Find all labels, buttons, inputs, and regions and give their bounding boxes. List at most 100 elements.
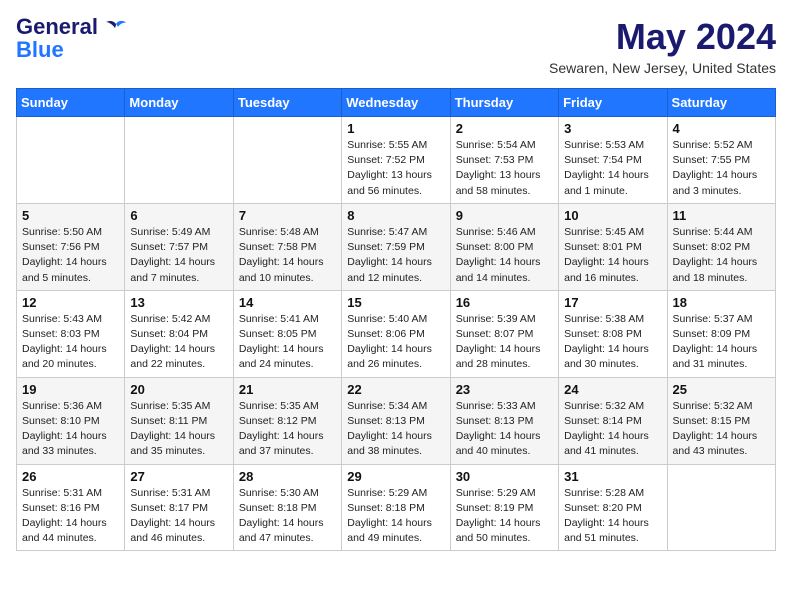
day-number: 28 — [239, 469, 336, 484]
day-info: Sunrise: 5:30 AM Sunset: 8:18 PM Dayligh… — [239, 486, 336, 547]
day-cell-21: 21 Sunrise: 5:35 AM Sunset: 8:12 PM Dayli… — [233, 377, 341, 464]
day-number: 10 — [564, 208, 661, 223]
day-number: 15 — [347, 295, 444, 310]
weekday-header-tuesday: Tuesday — [233, 89, 341, 117]
day-number: 27 — [130, 469, 227, 484]
day-cell-13: 13 Sunrise: 5:42 AM Sunset: 8:04 PM Dayli… — [125, 290, 233, 377]
day-info: Sunrise: 5:48 AM Sunset: 7:58 PM Dayligh… — [239, 225, 336, 286]
day-cell-15: 15 Sunrise: 5:40 AM Sunset: 8:06 PM Dayli… — [342, 290, 450, 377]
logo-blue: Blue — [16, 38, 64, 62]
day-info: Sunrise: 5:34 AM Sunset: 8:13 PM Dayligh… — [347, 399, 444, 460]
day-number: 17 — [564, 295, 661, 310]
logo-general: General — [16, 14, 98, 39]
logo-bird-icon — [106, 20, 126, 36]
day-cell-28: 28 Sunrise: 5:30 AM Sunset: 8:18 PM Dayli… — [233, 464, 341, 551]
day-number: 23 — [456, 382, 553, 397]
day-info: Sunrise: 5:50 AM Sunset: 7:56 PM Dayligh… — [22, 225, 119, 286]
page-header: General Blue May 2024 Sewaren, New Jerse… — [16, 16, 776, 76]
day-number: 6 — [130, 208, 227, 223]
day-number: 7 — [239, 208, 336, 223]
day-info: Sunrise: 5:35 AM Sunset: 8:12 PM Dayligh… — [239, 399, 336, 460]
day-cell-3: 3Sunrise: 5:53 AM Sunset: 7:54 PM Daylig… — [559, 117, 667, 204]
day-info: Sunrise: 5:33 AM Sunset: 8:13 PM Dayligh… — [456, 399, 553, 460]
day-info: Sunrise: 5:52 AM Sunset: 7:55 PM Dayligh… — [673, 138, 770, 199]
day-cell-5: 5Sunrise: 5:50 AM Sunset: 7:56 PM Daylig… — [17, 203, 125, 290]
day-info: Sunrise: 5:47 AM Sunset: 7:59 PM Dayligh… — [347, 225, 444, 286]
week-row-0: 1Sunrise: 5:55 AM Sunset: 7:52 PM Daylig… — [17, 117, 776, 204]
empty-cell — [233, 117, 341, 204]
week-row-2: 12 Sunrise: 5:43 AM Sunset: 8:03 PM Dayli… — [17, 290, 776, 377]
day-number: 4 — [673, 121, 770, 136]
day-number: 12 — [22, 295, 119, 310]
day-cell-26: 26 Sunrise: 5:31 AM Sunset: 8:16 PM Dayli… — [17, 464, 125, 551]
day-info: Sunrise: 5:45 AM Sunset: 8:01 PM Dayligh… — [564, 225, 661, 286]
day-number: 14 — [239, 295, 336, 310]
day-cell-4: 4 Sunrise: 5:52 AM Sunset: 7:55 PM Daylig… — [667, 117, 775, 204]
title-block: May 2024 Sewaren, New Jersey, United Sta… — [549, 16, 776, 76]
day-number: 29 — [347, 469, 444, 484]
logo: General Blue — [16, 16, 126, 62]
day-info: Sunrise: 5:29 AM Sunset: 8:19 PM Dayligh… — [456, 486, 553, 547]
location-text: Sewaren, New Jersey, United States — [549, 60, 776, 76]
day-info: Sunrise: 5:40 AM Sunset: 8:06 PM Dayligh… — [347, 312, 444, 373]
day-info: Sunrise: 5:46 AM Sunset: 8:00 PM Dayligh… — [456, 225, 553, 286]
day-info: Sunrise: 5:38 AM Sunset: 8:08 PM Dayligh… — [564, 312, 661, 373]
day-number: 8 — [347, 208, 444, 223]
month-title: May 2024 — [549, 16, 776, 58]
day-number: 13 — [130, 295, 227, 310]
day-number: 9 — [456, 208, 553, 223]
day-info: Sunrise: 5:43 AM Sunset: 8:03 PM Dayligh… — [22, 312, 119, 373]
day-cell-11: 11Sunrise: 5:44 AM Sunset: 8:02 PM Dayli… — [667, 203, 775, 290]
weekday-header-row: SundayMondayTuesdayWednesdayThursdayFrid… — [17, 89, 776, 117]
day-info: Sunrise: 5:29 AM Sunset: 8:18 PM Dayligh… — [347, 486, 444, 547]
day-cell-22: 22 Sunrise: 5:34 AM Sunset: 8:13 PM Dayli… — [342, 377, 450, 464]
day-cell-1: 1Sunrise: 5:55 AM Sunset: 7:52 PM Daylig… — [342, 117, 450, 204]
day-cell-7: 7 Sunrise: 5:48 AM Sunset: 7:58 PM Daylig… — [233, 203, 341, 290]
day-number: 24 — [564, 382, 661, 397]
day-info: Sunrise: 5:54 AM Sunset: 7:53 PM Dayligh… — [456, 138, 553, 199]
day-info: Sunrise: 5:32 AM Sunset: 8:14 PM Dayligh… — [564, 399, 661, 460]
day-info: Sunrise: 5:42 AM Sunset: 8:04 PM Dayligh… — [130, 312, 227, 373]
day-cell-29: 29 Sunrise: 5:29 AM Sunset: 8:18 PM Dayli… — [342, 464, 450, 551]
weekday-header-thursday: Thursday — [450, 89, 558, 117]
day-number: 11 — [673, 208, 770, 223]
day-cell-6: 6 Sunrise: 5:49 AM Sunset: 7:57 PM Daylig… — [125, 203, 233, 290]
day-number: 26 — [22, 469, 119, 484]
day-info: Sunrise: 5:49 AM Sunset: 7:57 PM Dayligh… — [130, 225, 227, 286]
day-number: 31 — [564, 469, 661, 484]
day-cell-12: 12 Sunrise: 5:43 AM Sunset: 8:03 PM Dayli… — [17, 290, 125, 377]
day-cell-14: 14 Sunrise: 5:41 AM Sunset: 8:05 PM Dayli… — [233, 290, 341, 377]
day-cell-18: 18Sunrise: 5:37 AM Sunset: 8:09 PM Dayli… — [667, 290, 775, 377]
week-row-1: 5Sunrise: 5:50 AM Sunset: 7:56 PM Daylig… — [17, 203, 776, 290]
day-cell-8: 8 Sunrise: 5:47 AM Sunset: 7:59 PM Daylig… — [342, 203, 450, 290]
empty-cell — [125, 117, 233, 204]
day-info: Sunrise: 5:53 AM Sunset: 7:54 PM Dayligh… — [564, 138, 661, 199]
day-info: Sunrise: 5:35 AM Sunset: 8:11 PM Dayligh… — [130, 399, 227, 460]
day-cell-16: 16Sunrise: 5:39 AM Sunset: 8:07 PM Dayli… — [450, 290, 558, 377]
day-cell-24: 24 Sunrise: 5:32 AM Sunset: 8:14 PM Dayli… — [559, 377, 667, 464]
day-number: 1 — [347, 121, 444, 136]
day-info: Sunrise: 5:36 AM Sunset: 8:10 PM Dayligh… — [22, 399, 119, 460]
day-info: Sunrise: 5:41 AM Sunset: 8:05 PM Dayligh… — [239, 312, 336, 373]
weekday-header-wednesday: Wednesday — [342, 89, 450, 117]
day-number: 22 — [347, 382, 444, 397]
day-info: Sunrise: 5:31 AM Sunset: 8:16 PM Dayligh… — [22, 486, 119, 547]
weekday-header-monday: Monday — [125, 89, 233, 117]
day-info: Sunrise: 5:31 AM Sunset: 8:17 PM Dayligh… — [130, 486, 227, 547]
day-cell-30: 30 Sunrise: 5:29 AM Sunset: 8:19 PM Dayli… — [450, 464, 558, 551]
day-info: Sunrise: 5:37 AM Sunset: 8:09 PM Dayligh… — [673, 312, 770, 373]
empty-cell — [667, 464, 775, 551]
weekday-header-saturday: Saturday — [667, 89, 775, 117]
week-row-3: 19Sunrise: 5:36 AM Sunset: 8:10 PM Dayli… — [17, 377, 776, 464]
day-cell-27: 27 Sunrise: 5:31 AM Sunset: 8:17 PM Dayli… — [125, 464, 233, 551]
day-cell-23: 23 Sunrise: 5:33 AM Sunset: 8:13 PM Dayli… — [450, 377, 558, 464]
day-cell-25: 25Sunrise: 5:32 AM Sunset: 8:15 PM Dayli… — [667, 377, 775, 464]
day-number: 21 — [239, 382, 336, 397]
day-cell-17: 17 Sunrise: 5:38 AM Sunset: 8:08 PM Dayli… — [559, 290, 667, 377]
day-number: 30 — [456, 469, 553, 484]
day-cell-19: 19Sunrise: 5:36 AM Sunset: 8:10 PM Dayli… — [17, 377, 125, 464]
day-number: 25 — [673, 382, 770, 397]
day-cell-9: 9 Sunrise: 5:46 AM Sunset: 8:00 PM Daylig… — [450, 203, 558, 290]
day-cell-10: 10 Sunrise: 5:45 AM Sunset: 8:01 PM Dayli… — [559, 203, 667, 290]
calendar-table: SundayMondayTuesdayWednesdayThursdayFrid… — [16, 88, 776, 551]
